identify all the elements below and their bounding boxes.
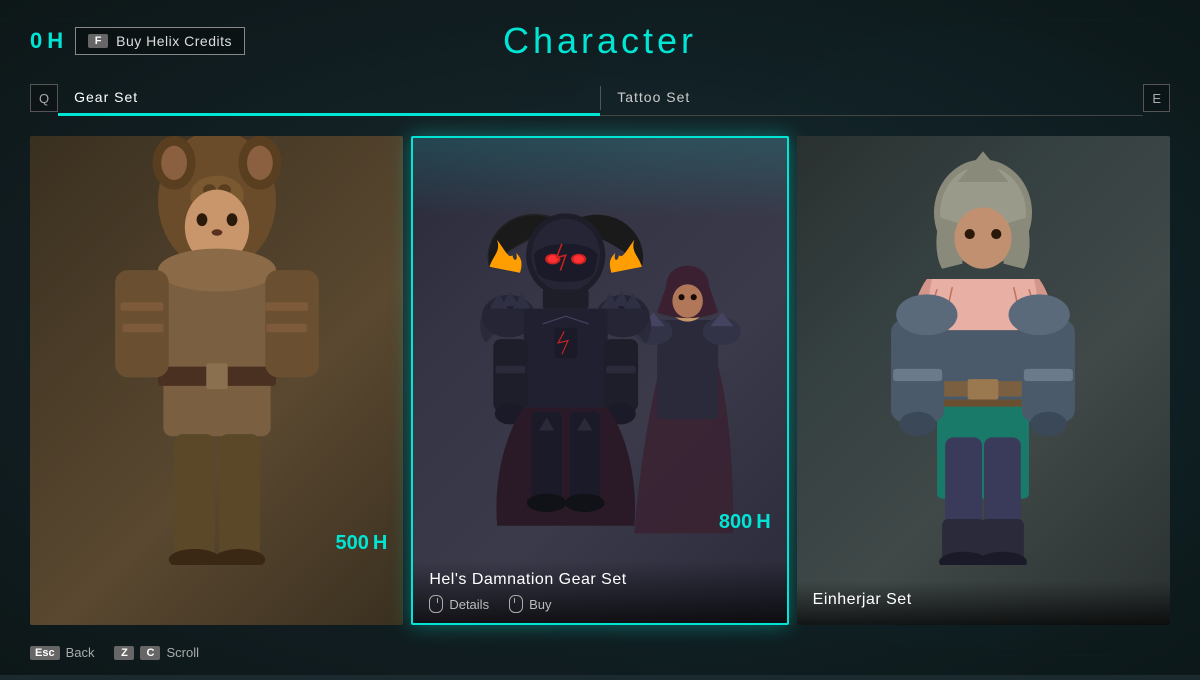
card-hel-name: Hel's Damnation Gear Set bbox=[429, 571, 770, 589]
hel-price-symbol: H bbox=[756, 511, 770, 534]
hel-price-value: 800 bbox=[719, 511, 752, 534]
card-hel-info: Hel's Damnation Gear Set 800 H Details B… bbox=[413, 561, 786, 623]
card-einherjar-name: Einherjar Set bbox=[813, 591, 1154, 609]
tabs-bar: Gear Set Tattoo Set bbox=[58, 80, 1143, 116]
details-button[interactable]: Details bbox=[429, 595, 489, 613]
mouse-left-icon bbox=[429, 595, 443, 613]
card-hel-damnation[interactable]: Hel's Damnation Gear Set 800 H Details B… bbox=[411, 136, 788, 625]
buy-credits-label: Buy Helix Credits bbox=[116, 33, 232, 49]
card-hel-inner: Hel's Damnation Gear Set 800 H Details B… bbox=[413, 138, 786, 623]
helix-count: 0 bbox=[30, 28, 43, 54]
buy-button[interactable]: Buy bbox=[509, 595, 551, 613]
char-bear-art bbox=[30, 136, 403, 565]
back-key: Esc bbox=[30, 646, 60, 660]
back-button[interactable]: Esc Back bbox=[30, 645, 94, 660]
buy-key-badge: F bbox=[88, 34, 108, 48]
price-h-symbol: H bbox=[373, 532, 387, 555]
main-content: 0 H F Buy Helix Credits Character Q Gear… bbox=[0, 0, 1200, 675]
helix-balance: 0 H bbox=[30, 28, 63, 54]
char-hel-art bbox=[413, 138, 786, 563]
page-title: Character bbox=[503, 20, 697, 62]
card-bear-inner: 500 H bbox=[30, 136, 403, 625]
back-label: Back bbox=[66, 645, 95, 660]
tab-next-key: E bbox=[1152, 91, 1161, 106]
tab-prev-button[interactable]: Q bbox=[30, 84, 58, 112]
mouse-right-icon bbox=[509, 595, 523, 613]
scroll-button[interactable]: Z C Scroll bbox=[114, 645, 199, 660]
scroll-key-c: C bbox=[140, 646, 160, 660]
tab-tattoo-label: Tattoo Set bbox=[617, 89, 690, 105]
helix-symbol: H bbox=[47, 28, 63, 54]
buy-label: Buy bbox=[529, 597, 551, 612]
char-einherjar-art bbox=[797, 136, 1170, 565]
scroll-key-z: Z bbox=[114, 646, 134, 660]
cards-area: 500 H bbox=[30, 136, 1170, 625]
header-left: 0 H F Buy Helix Credits bbox=[30, 27, 245, 55]
tab-gear-set[interactable]: Gear Set bbox=[58, 80, 600, 116]
card-hel-price: 800 H bbox=[719, 511, 771, 534]
card-bear-set[interactable]: 500 H bbox=[30, 136, 403, 625]
card-einherjar[interactable]: Einherjar Set bbox=[797, 136, 1170, 625]
card-einherjar-inner: Einherjar Set bbox=[797, 136, 1170, 625]
tab-prev-key: Q bbox=[39, 91, 49, 106]
buy-credits-button[interactable]: F Buy Helix Credits bbox=[75, 27, 245, 55]
tab-tattoo-set[interactable]: Tattoo Set bbox=[601, 80, 1143, 116]
tab-next-button[interactable]: E bbox=[1143, 84, 1170, 112]
tabs-container: Q Gear Set Tattoo Set E bbox=[30, 80, 1170, 116]
footer: Esc Back Z C Scroll bbox=[30, 641, 1170, 660]
details-label: Details bbox=[449, 597, 489, 612]
scroll-label: Scroll bbox=[166, 645, 199, 660]
card-einherjar-info: Einherjar Set bbox=[797, 581, 1170, 625]
card-hel-actions: Details Buy bbox=[429, 595, 770, 613]
price-value: 500 bbox=[336, 532, 369, 555]
header: 0 H F Buy Helix Credits Character bbox=[30, 20, 1170, 62]
tab-gear-label: Gear Set bbox=[74, 89, 138, 105]
card-bear-price: 500 H bbox=[336, 532, 388, 555]
